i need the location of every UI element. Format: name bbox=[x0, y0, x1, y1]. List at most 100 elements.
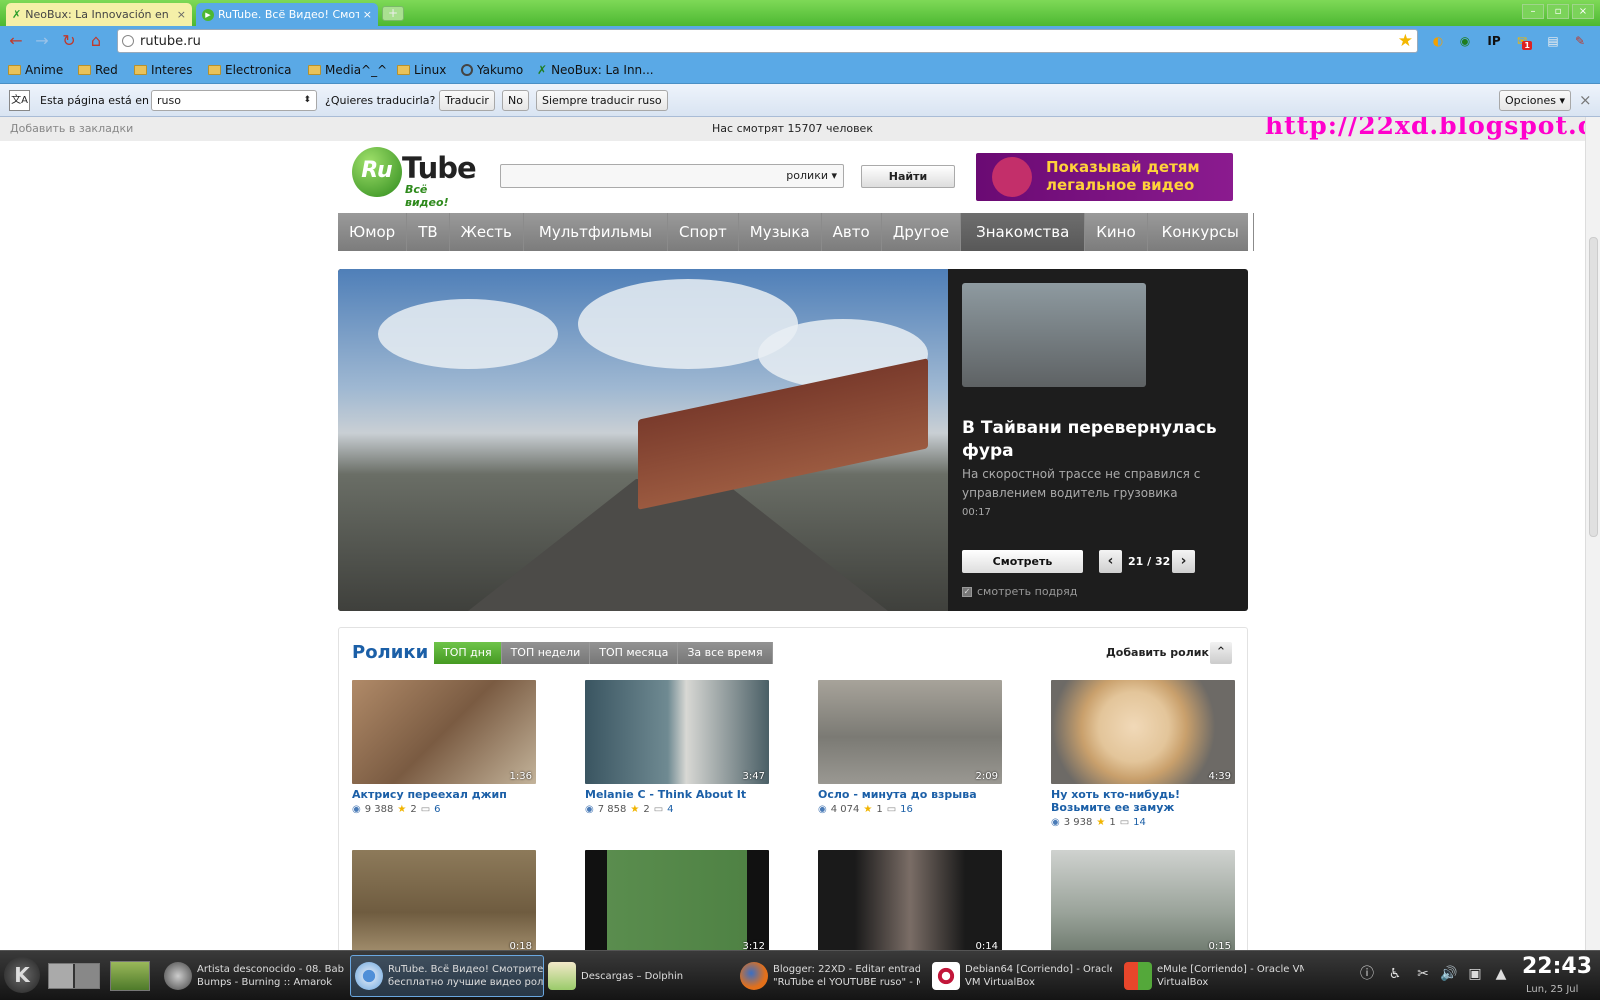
extension-globe-icon[interactable]: ◉ bbox=[1455, 32, 1475, 50]
tray-expand-icon[interactable]: ▲ bbox=[1492, 965, 1510, 983]
video-card[interactable]: 3:47 Melanie C - Think About It ◉ 7 858 ★ 2… bbox=[585, 680, 769, 815]
video-thumbnail[interactable]: 1:36 bbox=[352, 680, 536, 784]
video-card[interactable]: 1:36 Актрису переехал джип ◉ 9 388 ★ 2 ▭ 6 bbox=[352, 680, 536, 815]
translate-options-button[interactable]: Opciones ▾ bbox=[1499, 90, 1571, 111]
wrench-menu-icon[interactable]: ✎ bbox=[1570, 32, 1590, 50]
video-comments[interactable]: 14 bbox=[1133, 817, 1146, 828]
page-menu-icon[interactable]: ▤ bbox=[1543, 32, 1563, 50]
kde-menu-icon[interactable]: K bbox=[4, 957, 40, 993]
video-comments[interactable]: 4 bbox=[667, 804, 673, 815]
featured-title[interactable]: В Тайвани перевернулась фура bbox=[962, 417, 1222, 463]
desktop-pager-icon[interactable] bbox=[48, 963, 100, 989]
task-amarok[interactable]: Artista desconocido - 08. Baby Bumps - Bu… bbox=[164, 955, 344, 997]
clock[interactable]: 22:43 bbox=[1522, 954, 1592, 979]
back-icon[interactable]: ← bbox=[6, 32, 26, 50]
video-card[interactable]: 0:15 bbox=[1051, 850, 1235, 950]
bookmark-star-icon[interactable]: ★ bbox=[1398, 31, 1413, 51]
add-video-link[interactable]: Добавить ролик bbox=[1106, 646, 1209, 659]
accessibility-tray-icon[interactable]: ♿ bbox=[1386, 965, 1404, 983]
video-title[interactable]: Ну хоть кто-нибудь! Возьмите ее замуж bbox=[1051, 788, 1235, 814]
video-thumbnail[interactable]: 2:09 bbox=[818, 680, 1002, 784]
close-translate-icon[interactable]: × bbox=[1579, 91, 1592, 109]
close-tab-icon[interactable]: × bbox=[363, 8, 372, 21]
category-music[interactable]: Музыка bbox=[739, 213, 822, 251]
task-dolphin[interactable]: Descargas – Dolphin bbox=[548, 955, 728, 997]
prev-arrow-icon[interactable]: ‹ bbox=[1099, 550, 1122, 573]
bookmark-folder-electronica[interactable]: Electronica bbox=[208, 61, 292, 79]
new-tab-button[interactable]: + bbox=[382, 6, 404, 21]
tab-rutube[interactable]: ▶ RuTube. Всё Видео! Смот × bbox=[196, 3, 378, 26]
extension-ip-button[interactable]: IP bbox=[1484, 32, 1504, 50]
desktop-thumbnail-icon[interactable] bbox=[110, 961, 150, 991]
category-sport[interactable]: Спорт bbox=[668, 213, 739, 251]
always-translate-button[interactable]: Siempre traducir ruso bbox=[536, 90, 668, 111]
search-type-select[interactable]: ролики ▾ bbox=[786, 169, 837, 182]
category-tv[interactable]: ТВ bbox=[407, 213, 450, 251]
bookmark-folder-media[interactable]: Media^_^ bbox=[308, 61, 387, 79]
maximize-window-button[interactable]: ▫ bbox=[1547, 4, 1569, 19]
video-comments[interactable]: 6 bbox=[434, 804, 440, 815]
watch-button[interactable]: Смотреть bbox=[962, 550, 1083, 573]
video-thumbnail[interactable]: 4:39 bbox=[1051, 680, 1235, 784]
clipboard-tray-icon[interactable]: ▣ bbox=[1466, 965, 1484, 983]
bookmark-folder-linux[interactable]: Linux bbox=[397, 61, 446, 79]
video-title[interactable]: Melanie C - Think About It bbox=[585, 788, 769, 801]
category-other[interactable]: Другое bbox=[882, 213, 962, 251]
bookmark-folder-anime[interactable]: Anime bbox=[8, 61, 63, 79]
next-arrow-icon[interactable]: › bbox=[1172, 550, 1195, 573]
category-cinema[interactable]: Кино bbox=[1085, 213, 1148, 251]
video-card[interactable]: 3:12 bbox=[585, 850, 769, 950]
video-card[interactable]: 2:09 Осло - минута до взрыва ◉ 4 074 ★ 1 ▭ 16 bbox=[818, 680, 1002, 815]
task-virtualbox-debian[interactable]: Debian64 [Corriendo] - Oracle VM VirtualB… bbox=[932, 955, 1112, 997]
bookmark-folder-interes[interactable]: Interes bbox=[134, 61, 193, 79]
close-window-button[interactable]: × bbox=[1572, 4, 1594, 19]
home-icon[interactable]: ⌂ bbox=[86, 32, 106, 50]
extension-weather-icon[interactable]: ◐ bbox=[1428, 32, 1448, 50]
category-humor[interactable]: Юмор bbox=[338, 213, 408, 251]
video-card[interactable]: 4:39 Ну хоть кто-нибудь! Возьмите ее зам… bbox=[1051, 680, 1235, 828]
category-dating[interactable]: Знакомства bbox=[961, 213, 1086, 251]
video-card[interactable]: 0:18 bbox=[352, 850, 536, 950]
featured-video-player[interactable] bbox=[338, 269, 948, 611]
tab-top-day[interactable]: ТОП дня bbox=[434, 642, 502, 664]
category-cartoons[interactable]: Мультфильмы bbox=[524, 213, 669, 251]
video-thumbnail[interactable]: 0:14 bbox=[818, 850, 1002, 950]
autoplay-toggle[interactable]: ✓ смотреть подряд bbox=[962, 585, 1077, 598]
search-input[interactable]: ролики ▾ bbox=[500, 164, 844, 188]
video-thumbnail[interactable]: 0:18 bbox=[352, 850, 536, 950]
address-bar[interactable]: rutube.ru ★ bbox=[117, 29, 1418, 53]
video-thumbnail[interactable]: 3:12 bbox=[585, 850, 769, 950]
find-button[interactable]: Найти bbox=[861, 165, 955, 188]
video-card[interactable]: 0:14 bbox=[818, 850, 1002, 950]
category-auto[interactable]: Авто bbox=[822, 213, 882, 251]
video-comments[interactable]: 16 bbox=[900, 804, 913, 815]
info-tray-icon[interactable]: ⓘ bbox=[1358, 965, 1376, 983]
featured-next-thumbnail[interactable] bbox=[962, 283, 1146, 387]
video-thumbnail[interactable]: 0:15 bbox=[1051, 850, 1235, 950]
bookmark-neobux[interactable]: ✗ NeoBux: La Inn... bbox=[537, 61, 654, 79]
bookmark-yakumo[interactable]: Yakumo bbox=[461, 61, 523, 79]
task-chrome-rutube[interactable]: RuTube. Всё Видео! Смотрите бесплатно луч… bbox=[350, 955, 544, 997]
scrollbar-thumb[interactable] bbox=[1589, 237, 1598, 537]
checkbox-icon[interactable]: ✓ bbox=[962, 586, 972, 597]
network-tray-icon[interactable]: ✂ bbox=[1414, 965, 1432, 983]
close-tab-icon[interactable]: × bbox=[177, 8, 186, 21]
minimize-window-button[interactable]: – bbox=[1522, 4, 1544, 19]
address-text[interactable]: rutube.ru bbox=[140, 34, 201, 49]
language-select[interactable]: ruso ⬍ bbox=[151, 90, 317, 111]
reload-icon[interactable]: ↻ bbox=[59, 32, 79, 50]
volume-tray-icon[interactable]: 🔊 bbox=[1440, 965, 1458, 983]
rutube-logo[interactable]: Ru Tube Всё видео! bbox=[352, 147, 477, 209]
task-firefox-blogger[interactable]: Blogger: 22XD - Editar entrada "RuTube el… bbox=[740, 955, 920, 997]
page-scrollbar[interactable] bbox=[1585, 117, 1600, 950]
ad-banner[interactable]: Показывай детям легальное видео bbox=[976, 153, 1233, 201]
extension-mail-icon[interactable]: ✉1 bbox=[1512, 32, 1532, 50]
bookmark-folder-red[interactable]: Red bbox=[78, 61, 118, 79]
collapse-chevron-up-icon[interactable]: ⌃ bbox=[1210, 642, 1232, 664]
task-virtualbox-emule[interactable]: eMule [Corriendo] - Oracle VM VirtualBox bbox=[1124, 955, 1304, 997]
video-title[interactable]: Осло - минута до взрыва bbox=[818, 788, 1002, 801]
category-contests[interactable]: Конкурсы bbox=[1148, 213, 1254, 251]
translate-button[interactable]: Traducir bbox=[439, 90, 495, 111]
tab-all-time[interactable]: За все время bbox=[678, 642, 773, 664]
category-more[interactable]: Ещё bbox=[1254, 213, 1309, 251]
